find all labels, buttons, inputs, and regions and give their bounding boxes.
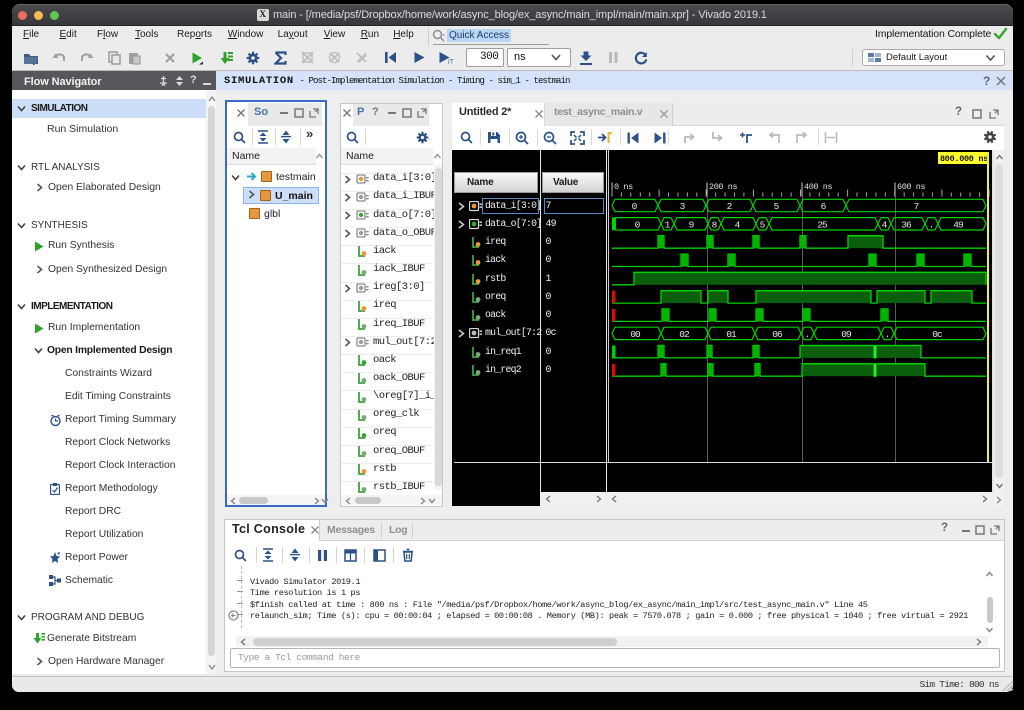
svg-text:4: 4 <box>735 219 741 230</box>
svg-text:3: 3 <box>680 201 686 212</box>
svg-text:.: . <box>805 329 810 340</box>
svg-text:00: 00 <box>630 329 641 340</box>
svg-text:4: 4 <box>882 219 888 230</box>
svg-text:9: 9 <box>689 219 695 230</box>
svg-text:09: 09 <box>841 329 852 340</box>
svg-text:7: 7 <box>914 201 919 212</box>
svg-text:8: 8 <box>712 219 718 230</box>
svg-text:0c: 0c <box>932 329 943 340</box>
svg-text:25: 25 <box>817 219 828 230</box>
svg-text:5: 5 <box>774 201 780 212</box>
svg-text:.: . <box>885 329 890 340</box>
svg-text:0: 0 <box>632 201 638 212</box>
svg-text:0: 0 <box>635 219 641 230</box>
svg-text:06: 06 <box>772 329 783 340</box>
svg-text:1: 1 <box>665 219 671 230</box>
svg-text:36: 36 <box>901 219 912 230</box>
svg-text:5: 5 <box>760 219 766 230</box>
svg-text:2: 2 <box>727 201 733 212</box>
svg-text:02: 02 <box>679 329 690 340</box>
svg-text:.: . <box>929 219 934 230</box>
svg-text:01: 01 <box>726 329 737 340</box>
svg-text:6: 6 <box>821 201 827 212</box>
svg-text:49: 49 <box>953 219 964 230</box>
svg-text:(T): (T) <box>448 60 454 65</box>
